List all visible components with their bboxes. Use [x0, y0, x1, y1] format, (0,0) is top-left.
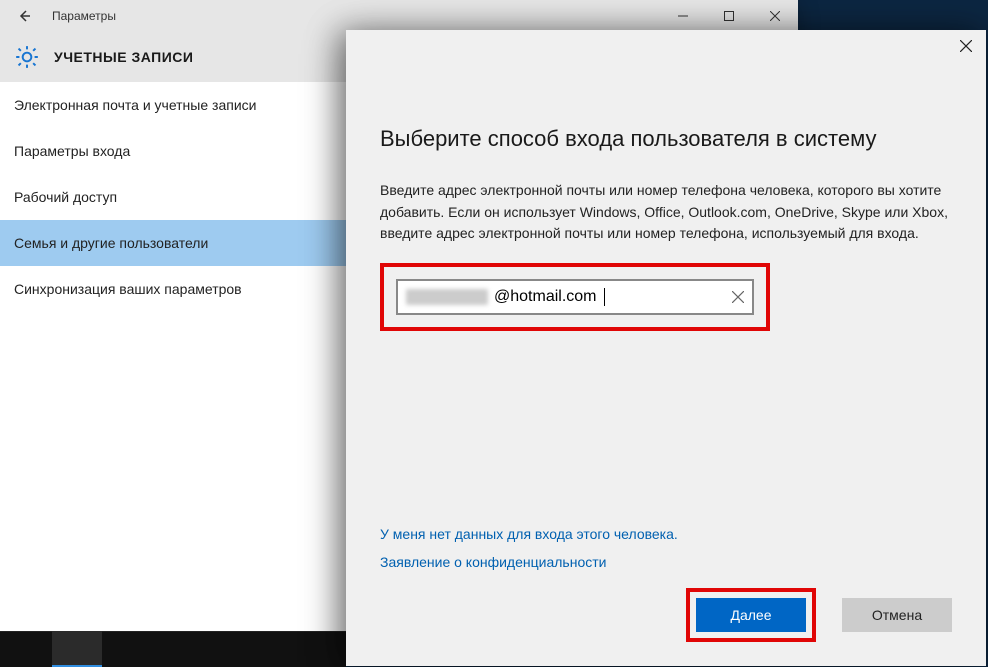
- redacted-text: [406, 289, 488, 305]
- sidebar-item-work-access[interactable]: Рабочий доступ: [0, 174, 350, 220]
- settings-heading: УЧЕТНЫЕ ЗАПИСИ: [54, 49, 193, 65]
- close-icon: [960, 40, 972, 52]
- sidebar-item-label: Семья и другие пользователи: [14, 235, 208, 251]
- close-icon: [732, 291, 744, 303]
- add-user-dialog: Выберите способ входа пользователя в сис…: [346, 30, 986, 666]
- dialog-title: Выберите способ входа пользователя в сис…: [380, 126, 952, 152]
- email-input[interactable]: @hotmail.com: [396, 279, 754, 315]
- minimize-icon: [678, 11, 688, 21]
- sidebar-item-label: Параметры входа: [14, 143, 130, 159]
- link-privacy-statement[interactable]: Заявление о конфиденциальности: [380, 554, 678, 570]
- maximize-icon: [724, 11, 734, 21]
- arrow-left-icon: [16, 8, 32, 24]
- sidebar-item-sync-settings[interactable]: Синхронизация ваших параметров: [0, 266, 350, 312]
- settings-sidebar: Электронная почта и учетные записи Парам…: [0, 82, 350, 312]
- settings-titlebar: Параметры: [0, 0, 798, 32]
- close-window-button[interactable]: [752, 0, 798, 32]
- clear-input-button[interactable]: [732, 291, 744, 303]
- window-controls: [660, 0, 798, 32]
- gear-icon: [14, 44, 40, 70]
- sidebar-item-label: Синхронизация ваших параметров: [14, 281, 242, 297]
- sidebar-item-email-accounts[interactable]: Электронная почта и учетные записи: [0, 82, 350, 128]
- link-no-signin-data[interactable]: У меня нет данных для входа этого челове…: [380, 526, 678, 542]
- maximize-button[interactable]: [706, 0, 752, 32]
- minimize-button[interactable]: [660, 0, 706, 32]
- dialog-links: У меня нет данных для входа этого челове…: [380, 526, 678, 570]
- next-button-highlight: Далее: [686, 588, 816, 642]
- dialog-buttons: Далее Отмена: [686, 588, 952, 642]
- back-button[interactable]: [0, 0, 48, 32]
- sidebar-item-signin-options[interactable]: Параметры входа: [0, 128, 350, 174]
- next-button[interactable]: Далее: [696, 598, 806, 632]
- taskbar-fragment: [0, 631, 346, 667]
- window-title: Параметры: [52, 9, 116, 23]
- close-icon: [770, 11, 780, 21]
- text-caret: [604, 288, 605, 306]
- email-value: @hotmail.com: [494, 288, 597, 306]
- dialog-body: Выберите способ входа пользователя в сис…: [346, 30, 986, 331]
- dialog-close-button[interactable]: [960, 40, 972, 52]
- sidebar-item-family-users[interactable]: Семья и другие пользователи: [0, 220, 350, 266]
- cancel-button[interactable]: Отмена: [842, 598, 952, 632]
- taskbar-app-slot[interactable]: [52, 631, 102, 667]
- sidebar-item-label: Электронная почта и учетные записи: [14, 97, 256, 113]
- dialog-description: Введите адрес электронной почты или номе…: [380, 180, 952, 245]
- email-input-highlight: @hotmail.com: [380, 263, 770, 331]
- sidebar-item-label: Рабочий доступ: [14, 189, 117, 205]
